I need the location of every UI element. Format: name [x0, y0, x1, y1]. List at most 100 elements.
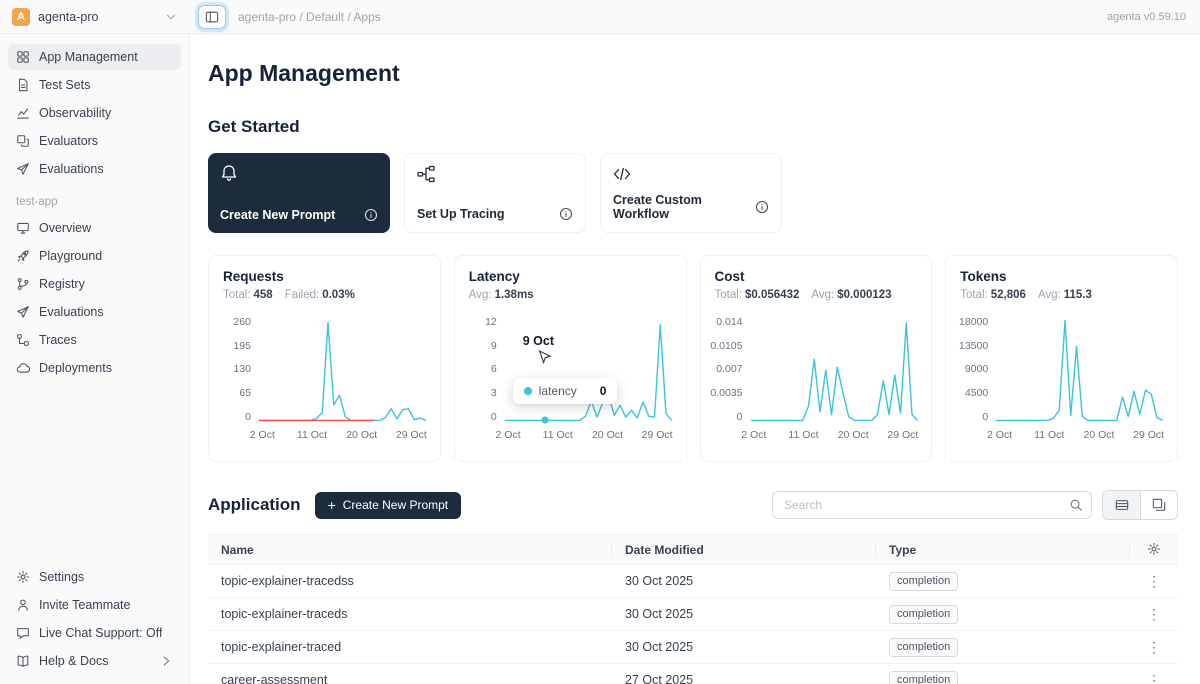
sidebar-item-label: App Management — [39, 50, 138, 64]
set-up-tracing-card[interactable]: Set Up Tracing — [404, 153, 586, 233]
x-tick-label: 29 Oct — [1133, 429, 1164, 441]
sidebar-toggle-button[interactable] — [198, 5, 226, 29]
create-custom-workflow-card[interactable]: Create Custom Workflow — [600, 153, 782, 233]
sidebar-item-deployments[interactable]: Deployments — [8, 355, 181, 381]
table-view-button[interactable] — [1103, 491, 1140, 519]
x-tick-label: 29 Oct — [887, 429, 918, 441]
y-tick-label: 65 — [239, 388, 251, 399]
code-icon — [613, 165, 769, 183]
row-menu-button[interactable]: ⋮ — [1141, 672, 1167, 684]
latency-chart[interactable] — [505, 317, 672, 422]
sidebar-item-invite-teammate[interactable]: Invite Teammate — [8, 592, 181, 618]
info-icon[interactable] — [559, 207, 573, 221]
sidebar-item-settings[interactable]: Settings — [8, 564, 181, 590]
table-row[interactable]: career-assessment27 Oct 2025completion⋮ — [208, 664, 1178, 684]
metric-stats: Total:52,806Avg:115.3 — [960, 289, 1163, 301]
sidebar-item-traces[interactable]: Traces — [8, 327, 181, 353]
get-started-heading: Get Started — [208, 117, 1178, 137]
chevron-right-icon — [159, 654, 173, 668]
sidebar-item-label: Evaluators — [39, 134, 98, 148]
x-tick-label: 2 Oct — [250, 429, 275, 441]
breadcrumb[interactable]: agenta-pro / Default / Apps — [238, 10, 381, 24]
type-cell: completion — [876, 638, 1130, 657]
application-heading: Application — [208, 495, 301, 515]
sidebar: App Management Test Sets Observability Eval… — [0, 34, 190, 684]
y-tick-label: 0.014 — [716, 317, 742, 328]
series-line-cost — [751, 323, 918, 420]
create-new-prompt-button[interactable]: + Create New Prompt — [315, 492, 462, 519]
sidebar-item-evaluations[interactable]: Evaluations — [8, 299, 181, 325]
table-body: topic-explainer-tracedss30 Oct 2025compl… — [208, 565, 1178, 684]
type-badge: completion — [889, 671, 958, 684]
sidebar-item-label: Evaluations — [39, 162, 104, 176]
send-icon — [16, 162, 30, 176]
workspace-avatar: A — [12, 8, 30, 26]
card-view-button[interactable] — [1140, 491, 1177, 519]
create-button-label: Create New Prompt — [343, 498, 448, 512]
sidebar-item-live-chat-support-off[interactable]: Live Chat Support: Off — [8, 620, 181, 646]
chart-icon — [16, 106, 30, 120]
table-settings-icon[interactable] — [1130, 542, 1178, 558]
get-started-cards: Create New Prompt Set Up Tracing — [208, 153, 1178, 233]
tokens-chart[interactable] — [996, 317, 1163, 422]
info-icon[interactable] — [755, 200, 769, 214]
x-tick-label: 2 Oct — [987, 429, 1012, 441]
sidebar-item-app-management[interactable]: App Management — [8, 44, 181, 70]
y-axis-labels: 129630 — [469, 317, 505, 422]
metric-stats: Avg:1.38ms — [469, 289, 672, 301]
sidebar-item-label: Settings — [39, 570, 84, 584]
sidebar-item-overview[interactable]: Overview — [8, 215, 181, 241]
stat-failed: Failed:0.03% — [285, 289, 355, 301]
sidebar-item-label: Test Sets — [39, 78, 90, 92]
y-tick-label: 13500 — [959, 341, 988, 352]
sidebar-item-label: Live Chat Support: Off — [39, 626, 162, 640]
x-axis-labels: 2 Oct11 Oct20 Oct29 Oct — [996, 429, 1163, 443]
row-menu-button[interactable]: ⋮ — [1141, 639, 1167, 656]
branch-icon — [16, 277, 30, 291]
table-row[interactable]: topic-explainer-traced30 Oct 2025complet… — [208, 631, 1178, 664]
sidebar-item-evaluators[interactable]: Evaluators — [8, 128, 181, 154]
create-new-prompt-card[interactable]: Create New Prompt — [208, 153, 390, 233]
hover-marker-dot — [542, 417, 549, 424]
search-icon[interactable] — [1061, 492, 1091, 518]
column-header-name[interactable]: Name — [208, 542, 612, 558]
search-input[interactable] — [773, 498, 1061, 512]
view-toggle — [1102, 490, 1178, 520]
table-row[interactable]: topic-explainer-tracedss30 Oct 2025compl… — [208, 565, 1178, 598]
y-tick-label: 9 — [491, 341, 497, 352]
sidebar-item-observability[interactable]: Observability — [8, 100, 181, 126]
row-menu-button[interactable]: ⋮ — [1141, 606, 1167, 623]
sidebar-item-test-sets[interactable]: Test Sets — [8, 72, 181, 98]
app-version: agenta v0.59.10 — [1107, 11, 1200, 23]
card-label: Create New Prompt — [220, 208, 335, 222]
y-tick-label: 0.007 — [716, 364, 742, 375]
info-icon[interactable] — [364, 208, 378, 222]
stat-total: Total:$0.056432 — [715, 289, 800, 301]
top-bar: A agenta-pro agenta-pro / Default / Apps… — [0, 0, 1200, 34]
sidebar-item-playground[interactable]: Playground — [8, 243, 181, 269]
x-tick-label: 2 Oct — [741, 429, 766, 441]
sidebar-item-evaluations[interactable]: Evaluations — [8, 156, 181, 182]
sidebar-item-registry[interactable]: Registry — [8, 271, 181, 297]
y-tick-label: 9000 — [965, 364, 988, 375]
y-axis-labels: 1800013500900045000 — [960, 317, 996, 422]
table-row[interactable]: topic-explainer-traceds30 Oct 2025comple… — [208, 598, 1178, 631]
cost-metric-card: Cost Total:$0.056432Avg:$0.000123 0.0140… — [700, 255, 933, 462]
gear-icon — [16, 570, 30, 584]
app-name: topic-explainer-tracedss — [208, 574, 612, 588]
y-tick-label: 18000 — [959, 317, 988, 328]
app-name: topic-explainer-traceds — [208, 607, 612, 621]
cost-chart[interactable] — [751, 317, 918, 422]
row-menu-button[interactable]: ⋮ — [1141, 573, 1167, 590]
column-header-type[interactable]: Type — [876, 542, 1130, 558]
x-tick-label: 11 Oct — [297, 429, 327, 441]
series-line-tokens — [996, 321, 1163, 421]
workspace-name: agenta-pro — [38, 10, 156, 24]
requests-chart[interactable] — [259, 317, 426, 422]
stat-avg: Avg:$0.000123 — [811, 289, 891, 301]
column-header-date-modified[interactable]: Date Modified — [612, 542, 876, 558]
workspace-selector[interactable]: A agenta-pro — [0, 8, 190, 26]
sidebar-item-help-docs[interactable]: Help & Docs — [8, 648, 181, 674]
y-tick-label: 130 — [233, 364, 251, 375]
tokens-metric-card: Tokens Total:52,806Avg:115.3 18000135009… — [945, 255, 1178, 462]
